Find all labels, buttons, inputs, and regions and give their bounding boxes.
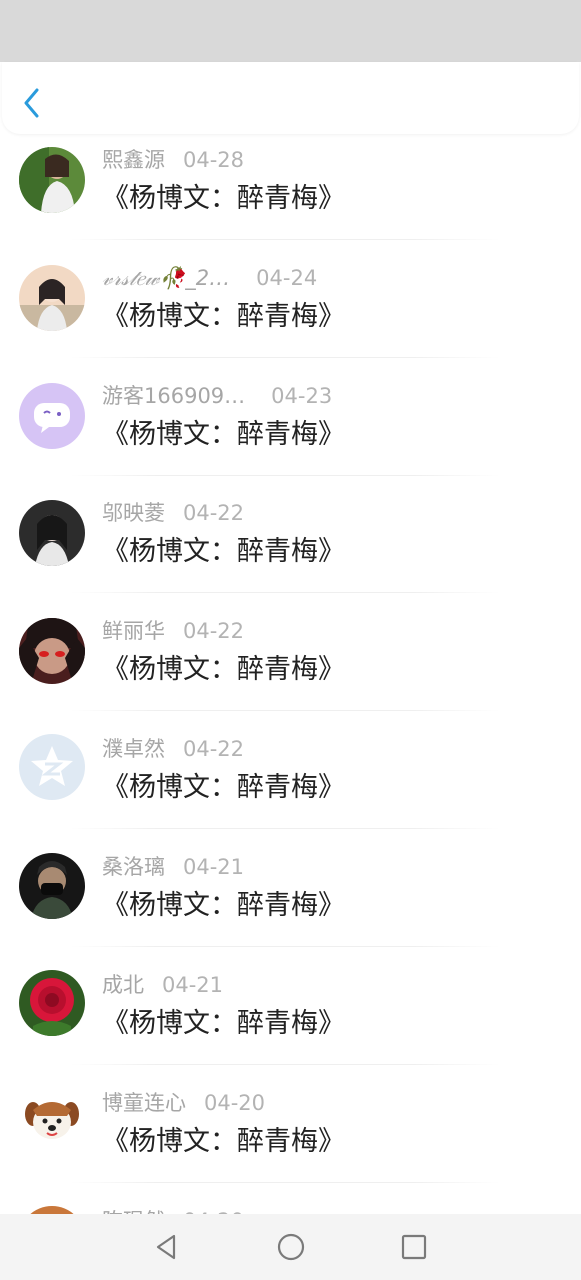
- status-bar: [0, 0, 581, 62]
- comment-date: 04-24: [256, 266, 318, 290]
- comment-meta: 陈琨然 04-20: [102, 1205, 244, 1214]
- commenter-name[interactable]: 陈琨然: [102, 1205, 165, 1214]
- avatar[interactable]: [19, 970, 85, 1036]
- comment-date: 04-22: [183, 619, 245, 643]
- comment-text: 《杨博文：醉青梅》: [102, 1126, 345, 1157]
- nav-home-button[interactable]: [274, 1230, 308, 1264]
- list-item[interactable]: 游客166909… 04-23 《杨博文：醉青梅》: [0, 370, 581, 487]
- list-item[interactable]: 熙鑫源 04-28 《杨博文：醉青梅》: [0, 134, 581, 251]
- comment-text: 《杨博文：醉青梅》: [102, 301, 345, 332]
- comment-date: 04-20: [204, 1091, 266, 1115]
- list-item[interactable]: 濮卓然 04-22 《杨博文：醉青梅》: [0, 723, 581, 840]
- avatar[interactable]: [19, 265, 85, 331]
- comment-meta: 邬映菱 04-22: [102, 497, 244, 529]
- circle-home-icon: [277, 1233, 305, 1261]
- commenter-name[interactable]: 游客166909…: [102, 380, 245, 412]
- comment-date: 04-28: [183, 148, 245, 172]
- comment-meta: 熙鑫源 04-28: [102, 144, 244, 176]
- comment-date: 04-21: [183, 855, 245, 879]
- square-recents-icon: [401, 1234, 427, 1260]
- divider: [70, 357, 500, 358]
- top-header: [2, 62, 579, 134]
- divider: [70, 592, 500, 593]
- divider: [70, 1064, 500, 1065]
- triangle-back-icon: [156, 1234, 176, 1260]
- commenter-name[interactable]: 鲜丽华: [102, 615, 165, 647]
- commenter-name[interactable]: 邬映菱: [102, 497, 165, 529]
- comment-meta: 𝓋𝓇𝓈𝓉𝑒𝓌🥀_2… 04-24: [102, 262, 317, 294]
- commenter-name[interactable]: 成北: [102, 969, 144, 1001]
- commenter-name[interactable]: 濮卓然: [102, 733, 165, 765]
- divider: [70, 946, 500, 947]
- comment-list[interactable]: 熙鑫源 04-28 《杨博文：醉青梅》 𝓋𝓇𝓈𝓉𝑒𝓌🥀_2… 04-24 《杨博文：…: [0, 134, 581, 1214]
- comment-meta: 博童连心 04-20: [102, 1087, 265, 1119]
- divider: [70, 475, 500, 476]
- divider: [70, 828, 500, 829]
- comment-text: 《杨博文：醉青梅》: [102, 772, 345, 803]
- avatar[interactable]: [19, 500, 85, 566]
- avatar[interactable]: [19, 147, 85, 213]
- avatar[interactable]: [19, 734, 85, 800]
- comment-text: 《杨博文：醉青梅》: [102, 654, 345, 685]
- comment-meta: 濮卓然 04-22: [102, 733, 244, 765]
- comment-meta: 游客166909… 04-23: [102, 380, 332, 412]
- list-item[interactable]: 成北 04-21 《杨博文：醉青梅》: [0, 959, 581, 1076]
- list-item[interactable]: 鲜丽华 04-22 《杨博文：醉青梅》: [0, 605, 581, 722]
- chevron-left-icon: [24, 88, 39, 118]
- comment-meta: 桑洛璃 04-21: [102, 851, 244, 883]
- commenter-name[interactable]: 𝓋𝓇𝓈𝓉𝑒𝓌🥀_2…: [102, 262, 230, 294]
- list-item[interactable]: 邬映菱 04-22 《杨博文：醉青梅》: [0, 487, 581, 604]
- avatar[interactable]: [19, 618, 85, 684]
- avatar[interactable]: [19, 1206, 85, 1214]
- comment-text: 《杨博文：醉青梅》: [102, 419, 345, 450]
- commenter-name[interactable]: 桑洛璃: [102, 851, 165, 883]
- list-item[interactable]: 桑洛璃 04-21 《杨博文：醉青梅》: [0, 841, 581, 958]
- comment-meta: 鲜丽华 04-22: [102, 615, 244, 647]
- comment-meta: 成北 04-21: [102, 969, 223, 1001]
- divider: [70, 1182, 500, 1183]
- comment-date: 04-20: [183, 1205, 244, 1214]
- comment-text: 《杨博文：醉青梅》: [102, 183, 345, 214]
- list-item[interactable]: 陈琨然 04-20: [0, 1195, 581, 1214]
- system-navigation-bar: [0, 1214, 581, 1280]
- divider: [70, 710, 500, 711]
- comment-text: 《杨博文：醉青梅》: [102, 536, 345, 567]
- comment-date: 04-22: [183, 501, 245, 525]
- comment-date: 04-23: [271, 384, 333, 408]
- nav-recents-button[interactable]: [397, 1230, 431, 1264]
- avatar[interactable]: [19, 1088, 85, 1154]
- commenter-name[interactable]: 博童连心: [102, 1087, 186, 1119]
- nav-back-button[interactable]: [150, 1230, 184, 1264]
- list-item[interactable]: 𝓋𝓇𝓈𝓉𝑒𝓌🥀_2… 04-24 《杨博文：醉青梅》: [0, 252, 581, 369]
- comment-date: 04-22: [183, 737, 245, 761]
- avatar[interactable]: [19, 383, 85, 449]
- divider: [70, 239, 500, 240]
- commenter-name[interactable]: 熙鑫源: [102, 144, 165, 176]
- back-button[interactable]: [16, 84, 50, 118]
- comment-text: 《杨博文：醉青梅》: [102, 1008, 345, 1039]
- list-item[interactable]: 博童连心 04-20 《杨博文：醉青梅》: [0, 1077, 581, 1194]
- avatar[interactable]: [19, 853, 85, 919]
- comment-text: 《杨博文：醉青梅》: [102, 890, 345, 921]
- comment-date: 04-21: [162, 973, 224, 997]
